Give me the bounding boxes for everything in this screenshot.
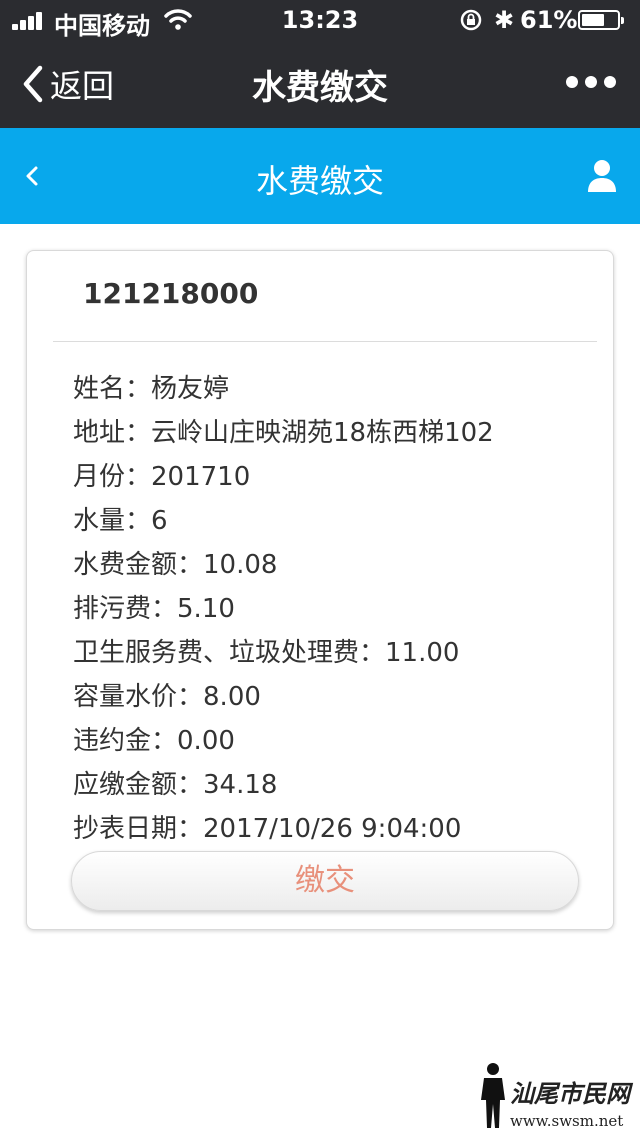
row-name: 姓名：杨友婷 bbox=[73, 374, 230, 404]
bill-details: 姓名：杨友婷 地址：云岭山庄映湖苑18栋西梯102 月份：201710 水量：6… bbox=[73, 367, 603, 851]
row-reading-date: 抄表日期：2017/10/26 9:04:00 bbox=[73, 814, 462, 844]
water-volume-value: 6 bbox=[151, 506, 168, 536]
battery-icon bbox=[578, 10, 624, 30]
bill-card: 121218000 姓名：杨友婷 地址：云岭山庄映湖苑18栋西梯102 月份：2… bbox=[26, 250, 614, 930]
more-options-icon[interactable] bbox=[566, 76, 616, 90]
reading-date-value: 2017/10/26 9:04:00 bbox=[203, 814, 462, 844]
row-water-fee: 水费金额：10.08 bbox=[73, 550, 278, 580]
user-icon[interactable] bbox=[586, 158, 618, 194]
watermark-text: 汕尾市民网 bbox=[510, 1079, 630, 1108]
status-bar: 中国移动 13:23 ✱ 61% bbox=[0, 0, 640, 40]
amount-due-value: 34.18 bbox=[203, 770, 278, 800]
account-number: 121218000 bbox=[83, 277, 259, 310]
page-header: 水费缴交 bbox=[0, 128, 640, 224]
site-watermark: 汕尾市民网 www.swsm.net bbox=[470, 1060, 630, 1132]
person-silhouette-icon bbox=[481, 1063, 505, 1128]
row-penalty: 违约金：0.00 bbox=[73, 726, 235, 756]
bluetooth-icon: ✱ bbox=[494, 6, 515, 34]
rotation-lock-icon bbox=[460, 9, 482, 31]
watermark-url: www.swsm.net bbox=[510, 1112, 624, 1130]
month-value: 201710 bbox=[151, 462, 251, 492]
page-title: 水费缴交 bbox=[255, 162, 384, 200]
row-amount-due: 应缴金额：34.18 bbox=[73, 770, 278, 800]
pay-button[interactable]: 缴交 bbox=[71, 851, 579, 911]
customer-name: 杨友婷 bbox=[151, 374, 230, 404]
battery-percent: 61% bbox=[520, 6, 578, 34]
row-water-volume: 水量：6 bbox=[73, 506, 168, 536]
row-month: 月份：201710 bbox=[73, 462, 251, 492]
penalty-value: 0.00 bbox=[177, 726, 235, 756]
row-capacity-price: 容量水价：8.00 bbox=[73, 682, 261, 712]
address-value: 云岭山庄映湖苑18栋西梯102 bbox=[151, 418, 494, 448]
wechat-top-bar: 中国移动 13:23 ✱ 61% 返回 水费缴交 bbox=[0, 0, 640, 128]
capacity-price-value: 8.00 bbox=[203, 682, 261, 712]
sewage-fee-value: 5.10 bbox=[177, 594, 235, 624]
row-sanitation-fee: 卫生服务费、垃圾处理费：11.00 bbox=[73, 638, 460, 668]
row-address: 地址：云岭山庄映湖苑18栋西梯102 bbox=[73, 418, 494, 448]
divider bbox=[53, 341, 597, 342]
water-fee-value: 10.08 bbox=[203, 550, 278, 580]
sanitation-fee-value: 11.00 bbox=[385, 638, 460, 668]
wechat-title: 水费缴交 bbox=[252, 68, 388, 108]
row-sewage-fee: 排污费：5.10 bbox=[73, 594, 235, 624]
